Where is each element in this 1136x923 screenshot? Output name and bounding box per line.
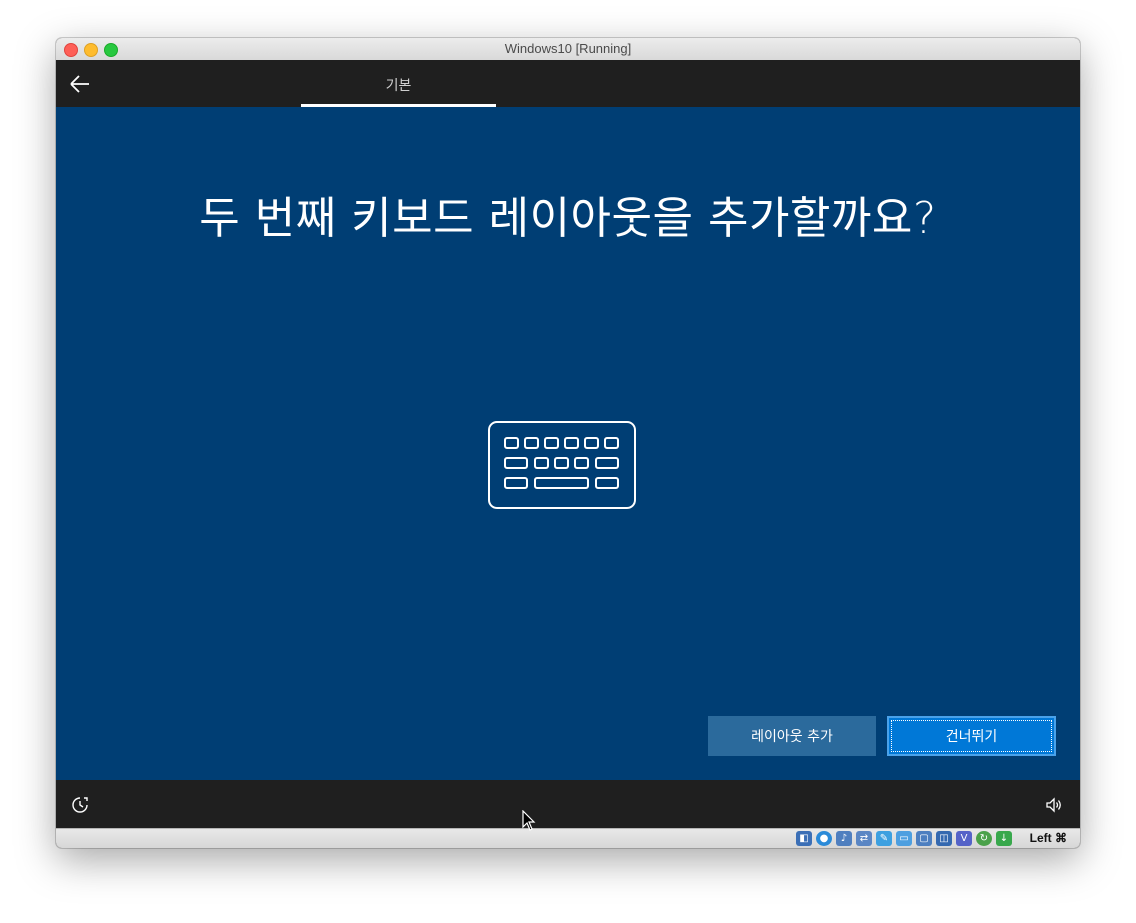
oobe-bottom-bar: [56, 780, 1080, 828]
recording-icon[interactable]: ◫: [936, 831, 952, 846]
mouse-integration-icon[interactable]: ↻: [976, 831, 992, 846]
speaker-icon: [1046, 797, 1061, 813]
window-titlebar[interactable]: Windows10 [Running]: [56, 38, 1080, 61]
status-icons: ◧ ● ♪ ⇄ ✎ ▭ ▢ ◫ V ↻ ↓: [796, 831, 1012, 846]
shared-folders-icon[interactable]: ▭: [896, 831, 912, 846]
keyboard-icon: [488, 421, 636, 509]
download-icon[interactable]: ↓: [996, 831, 1012, 846]
add-layout-button[interactable]: 레이아웃 추가: [708, 716, 876, 756]
hard-disk-icon[interactable]: ◧: [796, 831, 812, 846]
tab-basic[interactable]: 기본: [301, 60, 496, 107]
virtualbox-icon[interactable]: V: [956, 831, 972, 846]
back-button[interactable]: [66, 72, 94, 96]
back-arrow-icon: [70, 75, 89, 93]
vm-status-bar: ◧ ● ♪ ⇄ ✎ ▭ ▢ ◫ V ↻ ↓ Left ⌘: [56, 828, 1080, 848]
main-content: 두 번째 키보드 레이아웃을 추가할까요? 레이아웃 추가 건너뛰기: [56, 107, 1080, 780]
mouse-pointer-icon: [522, 810, 536, 831]
vm-window: Windows10 [Running] 기본 두 번째 키보드 레이아웃을 추가…: [56, 38, 1080, 848]
usb-icon[interactable]: ✎: [876, 831, 892, 846]
volume-button[interactable]: [1044, 795, 1064, 815]
optical-drive-icon[interactable]: ●: [816, 831, 832, 846]
network-icon[interactable]: ⇄: [856, 831, 872, 846]
ease-of-access-icon: [72, 797, 88, 813]
page-title: 두 번째 키보드 레이아웃을 추가할까요?: [199, 193, 937, 244]
audio-icon[interactable]: ♪: [836, 831, 852, 846]
ease-of-access-button[interactable]: [70, 795, 90, 815]
oobe-top-bar: 기본: [56, 60, 1080, 107]
window-title: Windows10 [Running]: [504, 41, 632, 56]
host-key-label: Left ⌘: [1029, 831, 1067, 845]
display-icon[interactable]: ▢: [916, 831, 932, 846]
skip-button[interactable]: 건너뛰기: [887, 716, 1056, 756]
tab-basic-label: 기본: [385, 78, 412, 94]
